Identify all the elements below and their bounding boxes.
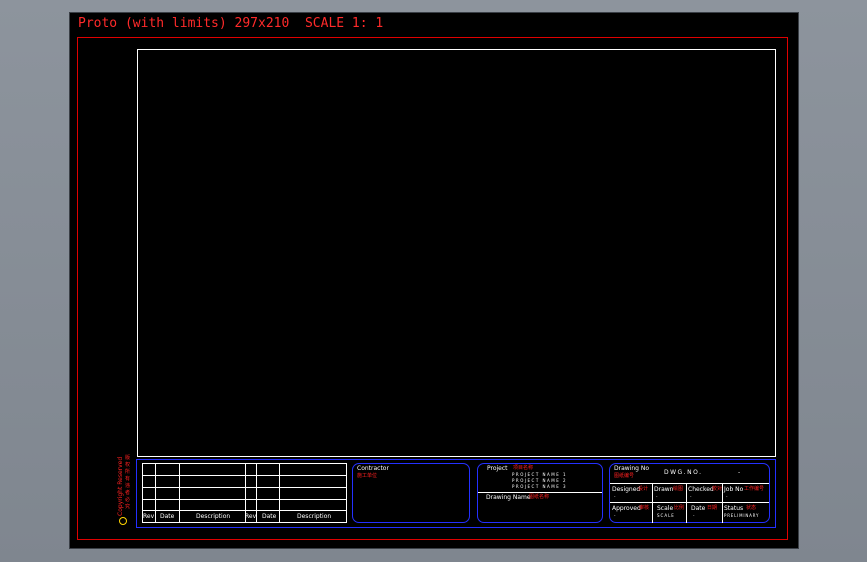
project-sub: 项目名称 xyxy=(513,465,534,471)
description-header-2: Description xyxy=(297,513,332,520)
project-divider xyxy=(478,492,602,493)
description-header-1: Description xyxy=(196,513,231,520)
scale-sub: 比例 xyxy=(674,505,685,511)
approved-value: - xyxy=(614,513,616,518)
date-sub: 日期 xyxy=(707,505,718,511)
contractor-label: Contractor xyxy=(357,465,389,472)
drawing-no-dash: - xyxy=(738,469,741,476)
rev-header-2: Rev xyxy=(245,513,257,520)
date-label: Date xyxy=(691,505,706,512)
copyright-circle-icon xyxy=(119,517,127,525)
approved-label: Approved xyxy=(612,505,641,512)
drawn-value: - xyxy=(656,494,658,499)
project-line-1: PROJECT NAME 1 xyxy=(512,472,568,477)
project-line-2: PROJECT NAME 2 xyxy=(512,478,568,483)
side-chars: 版 权 所 有 违 者 必 究 xyxy=(125,455,133,511)
checked-value: - xyxy=(690,494,692,499)
job-no-sub: 工作编号 xyxy=(744,486,765,492)
drawn-label: Drawn xyxy=(654,486,674,493)
drawing-area[interactable] xyxy=(137,49,776,457)
checked-sub: 校对 xyxy=(712,486,723,492)
drawn-sub: 绘图 xyxy=(673,486,684,492)
drawing-no-value: DWG.NO. xyxy=(664,469,703,476)
drawing-title: Proto (with limits) 297x210 SCALE 1: 1 xyxy=(78,16,384,31)
status-label: Status xyxy=(724,505,744,512)
drawing-no-sub: 图纸编号 xyxy=(614,473,635,479)
project-label: Project xyxy=(487,465,508,472)
side-char: 究 xyxy=(125,504,131,510)
designed-label: Designed xyxy=(612,486,641,493)
designed-value: - xyxy=(614,494,616,499)
date-header-2: Date xyxy=(262,513,277,520)
scale-value: SCALE xyxy=(657,513,675,518)
project-line-3: PROJECT NAME 3 xyxy=(512,484,568,489)
side-char: 版 xyxy=(125,455,131,461)
status-value: PRELIMINARY xyxy=(724,513,760,518)
drawing-name-sub: 图纸名称 xyxy=(529,494,550,500)
side-char: 有 xyxy=(125,476,131,482)
checked-label: Checked xyxy=(688,486,714,493)
job-no-value: - xyxy=(726,494,728,499)
contractor-sub: 施工单位 xyxy=(357,473,378,479)
side-char: 者 xyxy=(125,490,131,496)
side-char: 违 xyxy=(125,483,131,489)
designed-sub: 设计 xyxy=(638,486,649,492)
job-no-label: Job No xyxy=(724,486,744,493)
side-char: 必 xyxy=(125,497,131,503)
copyright-text: Copyright Reserved xyxy=(117,456,124,516)
date-value: - xyxy=(693,513,695,518)
rev-header-1: Rev xyxy=(143,513,155,520)
date-header-1: Date xyxy=(160,513,175,520)
side-char: 所 xyxy=(125,469,131,475)
scale-label: Scale xyxy=(657,505,674,512)
drawing-name-label: Drawing Name xyxy=(486,494,531,501)
status-sub: 状态 xyxy=(746,505,757,511)
drawing-no-label: Drawing No xyxy=(614,465,650,472)
contractor-box xyxy=(352,463,470,523)
side-char: 权 xyxy=(125,462,131,468)
approved-sub: 审核 xyxy=(639,505,650,511)
